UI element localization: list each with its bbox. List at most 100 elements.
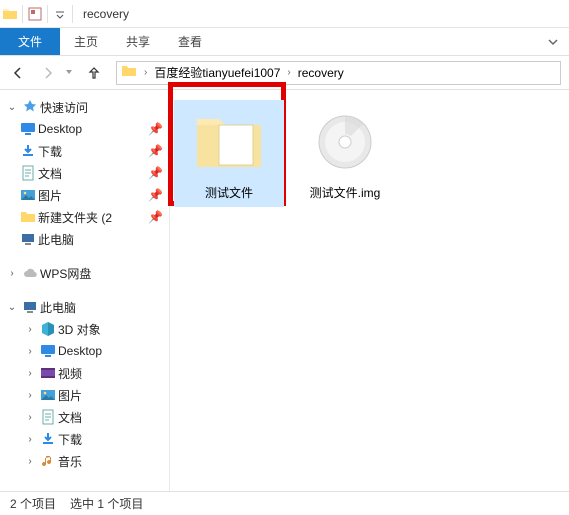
- folder-icon: [18, 209, 38, 225]
- tab-file[interactable]: 文件: [0, 28, 60, 55]
- properties-icon[interactable]: [25, 6, 45, 22]
- folder-thumb-icon: [193, 106, 265, 178]
- sidebar-item-thispc[interactable]: 此电脑: [0, 228, 169, 250]
- download-icon: [38, 431, 58, 447]
- sidebar-item-pictures[interactable]: › 图片: [0, 384, 169, 406]
- chevron-right-icon[interactable]: ›: [22, 390, 38, 401]
- sidebar-item-downloads[interactable]: 下载 📌: [0, 140, 169, 162]
- tab-view[interactable]: 查看: [164, 28, 216, 55]
- video-icon: [38, 365, 58, 381]
- nav-up-button[interactable]: [80, 60, 108, 86]
- sidebar-item-label: 图片: [38, 187, 148, 204]
- pin-icon: 📌: [148, 144, 163, 158]
- sidebar-item-documents[interactable]: 文档 📌: [0, 162, 169, 184]
- sidebar-item-label: 下载: [38, 143, 148, 160]
- sidebar-wps[interactable]: › WPS网盘: [0, 262, 169, 284]
- sidebar-item-documents[interactable]: › 文档: [0, 406, 169, 428]
- chevron-right-icon[interactable]: ›: [141, 67, 150, 78]
- content-area[interactable]: 测试文件 测试文件.img: [170, 90, 569, 491]
- sidebar-item-label: 新建文件夹 (2: [38, 209, 148, 226]
- file-name: 测试文件: [205, 184, 253, 201]
- cloud-icon: [20, 265, 40, 281]
- music-icon: [38, 453, 58, 469]
- sidebar-item-label: 文档: [38, 165, 148, 182]
- nav-history-dropdown[interactable]: [64, 66, 78, 80]
- sidebar-item-downloads[interactable]: › 下载: [0, 428, 169, 450]
- status-item-count: 2 个项目: [10, 495, 56, 512]
- doc-icon: [38, 409, 58, 425]
- pc-icon: [20, 299, 40, 315]
- nav-back-button[interactable]: [4, 60, 32, 86]
- tab-home[interactable]: 主页: [60, 28, 112, 55]
- sidebar-item-label: 视频: [58, 365, 169, 382]
- sidebar-item-videos[interactable]: › 视频: [0, 362, 169, 384]
- sidebar-item-label: 图片: [58, 387, 169, 404]
- sidebar-item-label: 下载: [58, 431, 169, 448]
- pin-icon: 📌: [148, 210, 163, 224]
- sidebar-item-pictures[interactable]: 图片 📌: [0, 184, 169, 206]
- download-icon: [18, 143, 38, 159]
- cube-icon: [38, 321, 58, 337]
- doc-icon: [18, 165, 38, 181]
- star-icon: [20, 99, 40, 115]
- tab-share[interactable]: 共享: [112, 28, 164, 55]
- sidebar-item-label: WPS网盘: [40, 265, 169, 282]
- picture-icon: [18, 187, 38, 203]
- sidebar-item-3dobjects[interactable]: › 3D 对象: [0, 318, 169, 340]
- sidebar-item-desktop[interactable]: › Desktop: [0, 340, 169, 362]
- chevron-right-icon[interactable]: ›: [22, 456, 38, 467]
- sidebar-this-pc[interactable]: ⌄ 此电脑: [0, 296, 169, 318]
- sidebar-quick-access[interactable]: ⌄ 快速访问: [0, 96, 169, 118]
- file-item-folder[interactable]: 测试文件: [174, 100, 284, 207]
- chevron-down-icon[interactable]: ⌄: [4, 302, 20, 313]
- sidebar: ⌄ 快速访问 Desktop 📌 下载 📌 文档 📌 图片 📌: [0, 90, 170, 491]
- separator: [22, 5, 23, 23]
- chevron-right-icon[interactable]: ›: [22, 346, 38, 357]
- qat-dropdown-icon[interactable]: [50, 9, 70, 19]
- pc-icon: [18, 231, 38, 247]
- sidebar-item-label: 文档: [58, 409, 169, 426]
- chevron-down-icon[interactable]: ⌄: [4, 102, 20, 113]
- sidebar-item-desktop[interactable]: Desktop 📌: [0, 118, 169, 140]
- titlebar: recovery: [0, 0, 569, 28]
- nav-forward-button[interactable]: [34, 60, 62, 86]
- breadcrumb-segment[interactable]: recovery: [294, 62, 348, 84]
- sidebar-item-music[interactable]: › 音乐: [0, 450, 169, 472]
- sidebar-item-label: 音乐: [58, 453, 169, 470]
- sidebar-item-label: 此电脑: [38, 231, 169, 248]
- separator: [72, 5, 73, 23]
- pin-icon: 📌: [148, 122, 163, 136]
- file-name: 测试文件.img: [310, 184, 381, 201]
- window-title: recovery: [83, 7, 129, 21]
- status-selection-count: 选中 1 个项目: [70, 495, 143, 512]
- sidebar-item-label: 此电脑: [40, 299, 169, 316]
- navbar: › 百度经验tianyuefei1007 › recovery: [0, 56, 569, 90]
- sidebar-item-label: 3D 对象: [58, 321, 169, 338]
- ribbon-expand-icon[interactable]: [537, 28, 569, 55]
- chevron-right-icon[interactable]: ›: [284, 67, 293, 78]
- pin-icon: 📌: [148, 166, 163, 180]
- address-bar[interactable]: › 百度经验tianyuefei1007 › recovery: [116, 61, 561, 85]
- sidebar-item-newfolder[interactable]: 新建文件夹 (2 📌: [0, 206, 169, 228]
- ribbon-tabs: 文件 主页 共享 查看: [0, 28, 569, 56]
- chevron-right-icon[interactable]: ›: [22, 412, 38, 423]
- desktop-icon: [18, 121, 38, 137]
- body: ⌄ 快速访问 Desktop 📌 下载 📌 文档 📌 图片 📌: [0, 90, 569, 491]
- file-item-img[interactable]: 测试文件.img: [290, 100, 400, 207]
- sidebar-item-label: Desktop: [38, 122, 148, 136]
- folder-icon: [0, 6, 20, 22]
- sidebar-item-label: Desktop: [58, 344, 169, 358]
- desktop-icon: [38, 343, 58, 359]
- chevron-right-icon[interactable]: ›: [22, 368, 38, 379]
- chevron-right-icon[interactable]: ›: [4, 268, 20, 279]
- pin-icon: 📌: [148, 188, 163, 202]
- chevron-right-icon[interactable]: ›: [22, 324, 38, 335]
- sidebar-item-label: 快速访问: [40, 99, 169, 116]
- disc-icon: [309, 106, 381, 178]
- statusbar: 2 个项目 选中 1 个项目: [0, 491, 569, 515]
- separator: [47, 5, 48, 23]
- folder-icon: [121, 63, 137, 82]
- picture-icon: [38, 387, 58, 403]
- breadcrumb-segment[interactable]: 百度经验tianyuefei1007: [150, 62, 284, 84]
- chevron-right-icon[interactable]: ›: [22, 434, 38, 445]
